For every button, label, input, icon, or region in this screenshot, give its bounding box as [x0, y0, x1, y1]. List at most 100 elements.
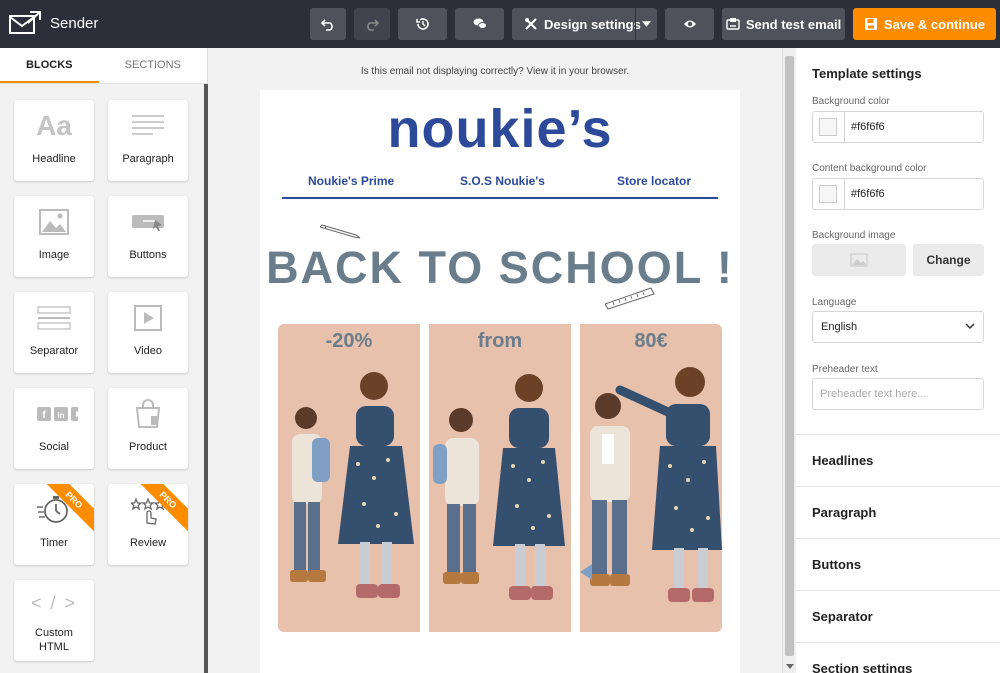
panel-title: Template settings: [812, 66, 922, 81]
block-separator[interactable]: Separator: [14, 292, 94, 373]
language-label: Language: [812, 297, 857, 308]
panel-tabs: BLOCKS SECTIONS: [0, 48, 207, 84]
photo-caption: 80€: [634, 330, 668, 352]
save-icon: [864, 18, 877, 30]
eye-icon: [683, 20, 696, 28]
headline-glyph: Aa: [36, 110, 72, 141]
ruler-icon: [605, 287, 655, 310]
children-photo-image: [290, 372, 414, 598]
block-label: Separator: [29, 345, 79, 357]
design-settings-label: Design settings: [544, 16, 641, 32]
send-test-label: Send test email: [745, 16, 842, 32]
chat-icon: [473, 18, 487, 29]
section-paragraph[interactable]: Paragraph: [796, 486, 1000, 538]
product-icon: [131, 388, 165, 440]
design-tools-icon: [525, 18, 537, 30]
paragraph-icon: [131, 100, 165, 152]
envelope-logo-icon: [9, 11, 41, 34]
block-label: Video: [134, 345, 162, 357]
undo-icon: [321, 19, 333, 31]
nav-link-store-locator[interactable]: Store locator: [617, 174, 691, 188]
bg-image-label: Background image: [812, 230, 896, 241]
image-icon: [37, 196, 71, 248]
bg-color-value: #f6f6f6: [851, 121, 885, 133]
bg-color-field[interactable]: #f6f6f6: [812, 111, 984, 143]
browser-view-notice[interactable]: Is this email not displaying correctly? …: [208, 66, 782, 77]
language-select[interactable]: English: [812, 311, 984, 343]
redo-icon: [367, 19, 379, 31]
headline-back-to-school[interactable]: BACK TO SCHOOL !: [260, 242, 740, 294]
block-paragraph[interactable]: Paragraph: [108, 100, 188, 181]
photo-panel-2[interactable]: from: [429, 324, 571, 632]
change-image-button[interactable]: Change: [913, 244, 984, 276]
brand-logo[interactable]: noukie’s: [260, 98, 740, 160]
block-image[interactable]: Image: [14, 196, 94, 277]
content-bg-swatch[interactable]: [813, 179, 845, 209]
send-test-icon: [726, 18, 740, 30]
photo-panel-3[interactable]: 80€: [580, 324, 722, 632]
block-headline[interactable]: Aa Headline: [14, 100, 94, 181]
section-headlines[interactable]: Headlines: [796, 434, 1000, 486]
nav-link-sos[interactable]: S.O.S Noukie's: [460, 174, 545, 188]
block-custom-html[interactable]: < / > Custom HTML: [14, 580, 94, 661]
save-label: Save & continue: [883, 16, 986, 32]
language-value: English: [821, 321, 858, 333]
tab-blocks[interactable]: BLOCKS: [0, 48, 99, 83]
preheader-input[interactable]: [812, 378, 984, 410]
design-settings-button[interactable]: Design settings: [512, 8, 657, 40]
block-label: Product: [129, 441, 167, 453]
children-photo-image: [580, 367, 722, 602]
blocks-list: Aa Headline Paragraph Image Buttons Sepa…: [0, 84, 208, 673]
nav-link-prime[interactable]: Noukie's Prime: [308, 174, 394, 188]
photo-panel-1[interactable]: -20%: [278, 324, 420, 632]
send-test-email-button[interactable]: Send test email: [722, 8, 845, 40]
redo-button[interactable]: [354, 8, 390, 40]
content-bg-field[interactable]: #f6f6f6: [812, 178, 984, 210]
section-section-settings[interactable]: Section settings: [796, 642, 1000, 673]
content-bg-value: #f6f6f6: [851, 188, 885, 200]
block-label: Headline: [32, 153, 76, 165]
section-buttons[interactable]: Buttons: [796, 538, 1000, 590]
scrollbar-thumb[interactable]: [785, 56, 794, 656]
app-name: Sender: [50, 14, 99, 32]
block-video[interactable]: Video: [108, 292, 188, 373]
children-photo-image: [433, 374, 565, 600]
headline-icon: Aa: [36, 100, 72, 152]
buttons-icon: [131, 196, 165, 248]
code-icon: < / >: [31, 580, 77, 626]
tab-sections[interactable]: SECTIONS: [99, 48, 207, 83]
comments-button[interactable]: [455, 8, 504, 40]
block-label: Image: [38, 249, 70, 261]
bg-image-preview[interactable]: [812, 244, 906, 276]
photo-caption: -20%: [325, 330, 373, 352]
video-icon: [131, 292, 165, 344]
section-separator[interactable]: Separator: [796, 590, 1000, 642]
svg-text:in: in: [57, 411, 64, 420]
preheader-label: Preheader text: [812, 364, 878, 375]
block-review[interactable]: PRO Review: [108, 484, 188, 565]
sender-logo[interactable]: Sender: [8, 10, 98, 36]
email-body[interactable]: noukie’s Noukie's Prime S.O.S Noukie's S…: [260, 90, 740, 673]
bg-color-label: Background color: [812, 96, 890, 107]
undo-button[interactable]: [310, 8, 346, 40]
save-continue-button[interactable]: Save & continue: [853, 8, 996, 40]
code-glyph: < / >: [30, 592, 78, 613]
block-social[interactable]: f in Social: [14, 388, 94, 469]
scroll-down-arrow-icon[interactable]: [786, 664, 794, 669]
preview-button[interactable]: [665, 8, 714, 40]
blocks-panel: BLOCKS SECTIONS Aa Headline Paragraph Im…: [0, 48, 208, 673]
block-product[interactable]: Product: [108, 388, 188, 469]
image-placeholder-icon: [850, 253, 868, 267]
email-nav: Noukie's Prime S.O.S Noukie's Store loca…: [282, 174, 718, 199]
history-icon: [415, 18, 429, 30]
block-label: Custom HTML: [35, 627, 73, 653]
top-toolbar: Sender Design settings Send test email S…: [0, 0, 1000, 48]
history-button[interactable]: [398, 8, 447, 40]
block-buttons[interactable]: Buttons: [108, 196, 188, 277]
template-settings-panel: Template settings Background color #f6f6…: [796, 48, 1000, 673]
bg-color-swatch[interactable]: [813, 112, 845, 142]
block-label: Paragraph: [122, 153, 174, 165]
canvas-scrollbar[interactable]: [782, 48, 796, 673]
design-settings-dropdown[interactable]: [635, 8, 657, 40]
block-timer[interactable]: PRO Timer: [14, 484, 94, 565]
